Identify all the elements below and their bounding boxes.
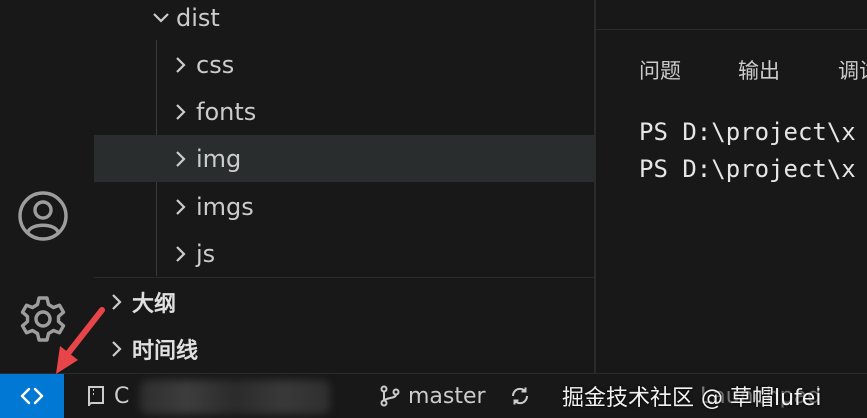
chevron-right-icon [166,50,196,80]
terminal-line: PS D:\project\x [639,118,856,146]
status-bar: C master Launchpad 掘金技术社区 @ 草帽lufei [0,373,867,418]
tab-output[interactable]: 输出 [738,55,780,85]
watermark: 掘金技术社区 @ 草帽lufei [562,386,822,411]
settings-gear-icon[interactable] [14,290,72,348]
section-label: 大纲 [132,292,177,317]
section-label: 时间线 [132,339,199,364]
account-label: C [114,383,130,409]
chevron-right-icon [166,97,196,127]
timeline-section-header[interactable]: 时间线 [94,326,594,372]
sync-button[interactable] [508,374,538,418]
panel-border [596,29,867,30]
chevron-right-icon [166,239,196,269]
section-divider [94,277,594,278]
repo-icon [88,386,104,407]
tree-item-label: imgs [196,192,254,221]
tab-debug-console[interactable]: 调试 [838,55,867,85]
bottom-panel: 问题 输出 调试 PS D:\project\x PS D:\project\x [596,0,867,373]
tree-folder-dist[interactable]: dist [94,0,594,41]
remote-indicator-icon [20,387,44,405]
tree-item-label: img [196,144,242,173]
sync-icon [511,387,529,405]
tree-item-imgs[interactable]: imgs [94,183,594,230]
chevron-right-icon [102,334,132,364]
chevron-right-icon [166,192,196,222]
accounts-icon[interactable] [14,187,72,245]
source-control-branch-icon [380,385,400,407]
tree-item-label: css [196,50,235,79]
chevron-right-icon [102,287,132,317]
tab-problems[interactable]: 问题 [639,55,681,85]
branch-status-item[interactable]: master [378,374,486,418]
tree-item-label: dist [176,3,220,32]
tree-item-label: js [196,239,216,268]
chevron-down-icon [146,3,176,33]
redacted-region [140,380,330,414]
account-status-item[interactable]: C [84,374,129,418]
chevron-right-icon [166,144,196,174]
remote-indicator-button[interactable] [0,374,64,418]
outline-section-header[interactable]: 大纲 [94,279,594,325]
tree-item-js[interactable]: js [94,230,594,277]
tree-item-img[interactable]: img [94,135,594,182]
activity-bar [0,0,94,373]
tree-item-fonts[interactable]: fonts [94,88,594,135]
terminal-line: PS D:\project\x [639,155,856,183]
tree-item-label: fonts [196,97,257,126]
tree-item-css[interactable]: css [94,41,594,88]
explorer-panel: dist css fonts img imgs js 大纲 时间线 [94,0,594,373]
branch-name: master [408,383,486,409]
